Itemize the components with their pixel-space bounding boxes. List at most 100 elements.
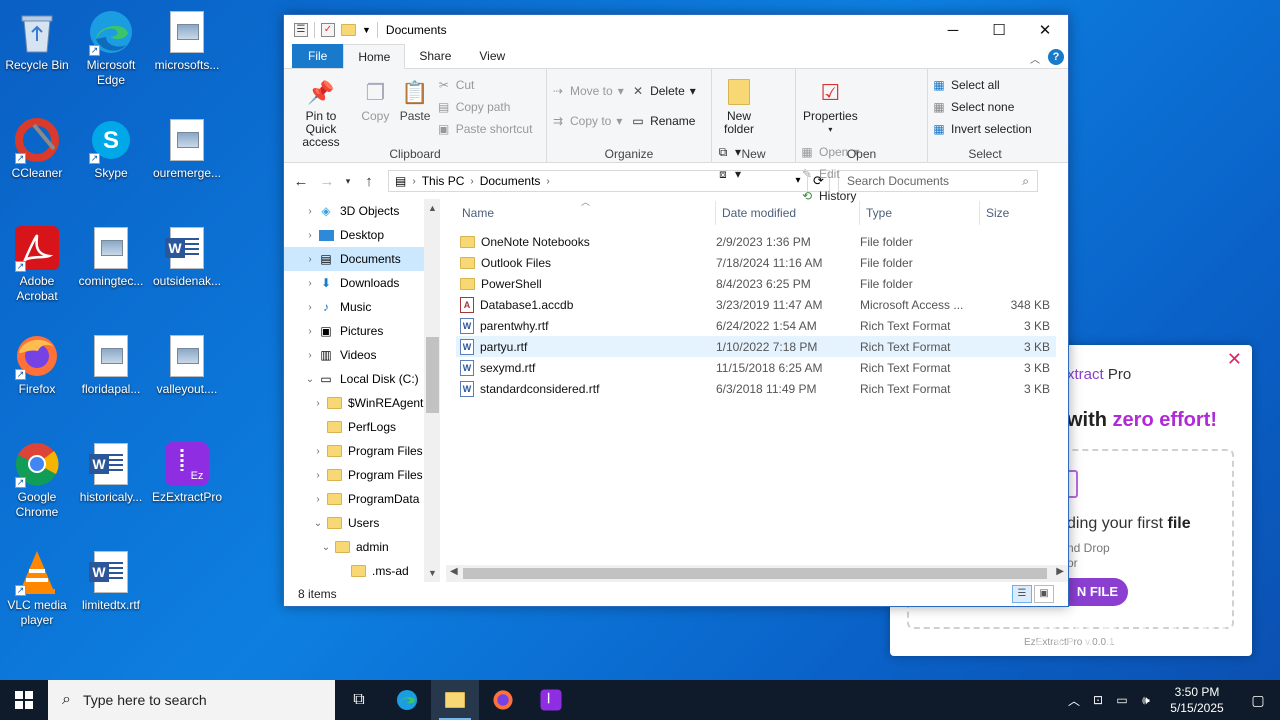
file-row[interactable]: Wpartyu.rtf 1/10/2022 7:18 PM Rich Text Fo… <box>456 336 1056 357</box>
notifications-icon[interactable]: ▢ <box>1236 692 1280 709</box>
column-date-modified[interactable]: Date modified <box>716 201 860 225</box>
nav-item-videos[interactable]: › ▥ Videos <box>284 343 440 367</box>
properties-qat-icon[interactable]: ☰ <box>294 23 308 37</box>
horizontal-scrollbar[interactable]: ◀ ▶ <box>446 565 1068 582</box>
clock[interactable]: 3:50 PM 5/15/2025 <box>1158 684 1236 716</box>
details-view-icon[interactable]: ☰ <box>1012 585 1032 603</box>
breadcrumb-documents[interactable]: Documents <box>474 174 547 188</box>
paste-button[interactable]: 📋 Paste <box>397 73 434 127</box>
delete-button[interactable]: ✕ Delete ▾ <box>631 81 700 101</box>
taskbar-search-input[interactable]: ⌕ Type here to search <box>48 680 335 720</box>
scroll-up-icon[interactable]: ▲ <box>424 203 440 213</box>
scroll-thumb[interactable] <box>426 337 439 413</box>
edge-icon[interactable]: ↗ Microsoft Edge <box>74 8 148 88</box>
new-folder-qat-icon[interactable] <box>341 24 356 36</box>
chrome-icon[interactable]: ↗ Google Chrome <box>0 440 74 520</box>
select-all-button[interactable]: ▦ Select all <box>932 75 1036 95</box>
file-explorer-taskbar-icon[interactable] <box>431 680 479 720</box>
image-file-icon[interactable]: ouremerge... <box>150 116 224 181</box>
nav-item-perflogs[interactable]: PerfLogs <box>284 415 440 439</box>
cut-button[interactable]: ✂ Cut <box>437 75 537 95</box>
vlc-icon[interactable]: ↗ VLC media player <box>0 548 74 628</box>
collapse-arrow-icon[interactable]: ⌄ <box>302 374 318 385</box>
scroll-thumb[interactable] <box>463 568 1047 579</box>
checklist-qat-icon[interactable]: ✓ <box>321 23 335 37</box>
chevron-up-icon[interactable]: ︿ <box>1062 692 1086 709</box>
select-none-button[interactable]: ▦ Select none <box>932 97 1036 117</box>
edge-taskbar-icon[interactable] <box>383 680 431 720</box>
tab-home[interactable]: Home <box>343 44 406 69</box>
help-icon[interactable]: ? <box>1048 49 1064 65</box>
large-icons-view-icon[interactable]: ▣ <box>1034 585 1054 603</box>
file-row[interactable]: Wparentwhy.rtf 6/24/2022 1:54 AM Rich Text… <box>456 315 1056 336</box>
nav-item-users[interactable]: ⌄ Users <box>284 511 440 535</box>
expand-arrow-icon[interactable]: › <box>310 398 326 409</box>
volume-icon[interactable]: 🕪 <box>1134 693 1158 708</box>
scroll-right-icon[interactable]: ▶ <box>1056 566 1064 577</box>
edit-button[interactable]: ✎ Edit <box>800 164 863 184</box>
copy-button[interactable]: ❐ Copy <box>357 73 393 127</box>
popup-close-icon[interactable]: ✕ <box>1227 349 1242 370</box>
file-row[interactable]: Wstandardconsidered.rtf 6/3/2018 11:49 PM… <box>456 378 1056 399</box>
nav-scrollbar[interactable]: ▲ ▼ <box>424 199 440 582</box>
minimize-button[interactable]: ─ <box>930 15 976 45</box>
invert-selection-button[interactable]: ▦ Invert selection <box>932 119 1036 139</box>
nav-item-program-files-x86[interactable]: › Program Files <box>284 463 440 487</box>
image-file-icon[interactable]: comingtec... <box>74 224 148 289</box>
expand-arrow-icon[interactable]: › <box>302 302 318 313</box>
file-row[interactable]: Wsexymd.rtf 11/15/2018 6:25 AM Rich Text F… <box>456 357 1056 378</box>
breadcrumb-this-pc[interactable]: This PC <box>416 174 471 188</box>
nav-item-admin[interactable]: ⌄ admin <box>284 535 440 559</box>
column-type[interactable]: Type <box>860 201 980 225</box>
copy-to-button[interactable]: ⇉ Copy to ▾ <box>551 111 628 131</box>
nav-item-pictures[interactable]: › ▣ Pictures <box>284 319 440 343</box>
nav-item-desktop[interactable]: › Desktop <box>284 223 440 247</box>
nav-item-documents[interactable]: › ▤ Documents <box>284 247 424 271</box>
expand-arrow-icon[interactable]: › <box>310 470 326 481</box>
nav-item-winreagent[interactable]: › $WinREAgent <box>284 391 440 415</box>
collapse-ribbon-icon[interactable]: ︿ <box>1030 51 1040 66</box>
expand-arrow-icon[interactable]: › <box>302 230 318 241</box>
word-document-icon[interactable]: W limitedtx.rtf <box>74 548 148 613</box>
expand-arrow-icon[interactable]: › <box>302 206 318 217</box>
nav-item-programdata[interactable]: › ProgramData <box>284 487 440 511</box>
ezextractpro-taskbar-icon[interactable] <box>527 680 575 720</box>
column-size[interactable]: Size <box>980 201 1058 225</box>
firefox-taskbar-icon[interactable] <box>479 680 527 720</box>
nav-item-local-disk[interactable]: ⌄ ▭ Local Disk (C:) <box>284 367 440 391</box>
network-icon[interactable]: ⊡ <box>1086 693 1110 707</box>
back-button[interactable]: ← <box>288 173 314 190</box>
rename-button[interactable]: ▭ Rename <box>631 111 700 131</box>
file-row[interactable]: PowerShell 8/4/2023 6:25 PM File folder <box>456 273 1056 294</box>
up-button[interactable]: ↑ <box>356 173 382 190</box>
expand-arrow-icon[interactable]: › <box>302 350 318 361</box>
ezextractpro-icon[interactable]: Ez EzExtractPro <box>150 440 224 505</box>
start-button[interactable] <box>0 680 48 720</box>
file-row[interactable]: Outlook Files 7/18/2024 11:16 AM File fold… <box>456 252 1056 273</box>
tab-share[interactable]: Share <box>405 44 465 68</box>
display-icon[interactable]: ▭ <box>1110 693 1134 707</box>
expand-arrow-icon[interactable]: › <box>302 254 318 265</box>
move-to-button[interactable]: ⇢ Move to ▾ <box>551 81 628 101</box>
nav-item-program-files[interactable]: › Program Files <box>284 439 440 463</box>
expand-arrow-icon[interactable]: › <box>302 326 318 337</box>
nav-item-3d-objects[interactable]: › ◈ 3D Objects <box>284 199 440 223</box>
nav-item-downloads[interactable]: › ⬇ Downloads <box>284 271 440 295</box>
skype-icon[interactable]: S ↗ Skype <box>74 116 148 181</box>
expand-arrow-icon[interactable]: › <box>302 278 318 289</box>
tab-file[interactable]: File <box>292 44 344 68</box>
recycle-bin-icon[interactable]: Recycle Bin <box>0 8 74 73</box>
chevron-right-icon[interactable]: › <box>406 176 415 187</box>
title-bar[interactable]: ☰ ✓ ▼ Documents ─ ☐ ✕ <box>284 15 1068 45</box>
collapse-arrow-icon[interactable]: ⌄ <box>310 518 326 529</box>
scroll-down-icon[interactable]: ▼ <box>424 568 440 578</box>
tab-view[interactable]: View <box>465 44 519 68</box>
maximize-button[interactable]: ☐ <box>976 15 1022 45</box>
firefox-icon[interactable]: ↗ Firefox <box>0 332 74 397</box>
word-document-icon[interactable]: W historicaly... <box>74 440 148 505</box>
qat-dropdown-icon[interactable]: ▼ <box>362 25 371 35</box>
properties-button[interactable]: ☑ Properties ▾ <box>800 73 861 140</box>
nav-item-music[interactable]: › ♪ Music <box>284 295 440 319</box>
adobe-acrobat-icon[interactable]: ↗ Adobe Acrobat <box>0 224 74 304</box>
paste-shortcut-button[interactable]: ▣ Paste shortcut <box>437 119 537 139</box>
